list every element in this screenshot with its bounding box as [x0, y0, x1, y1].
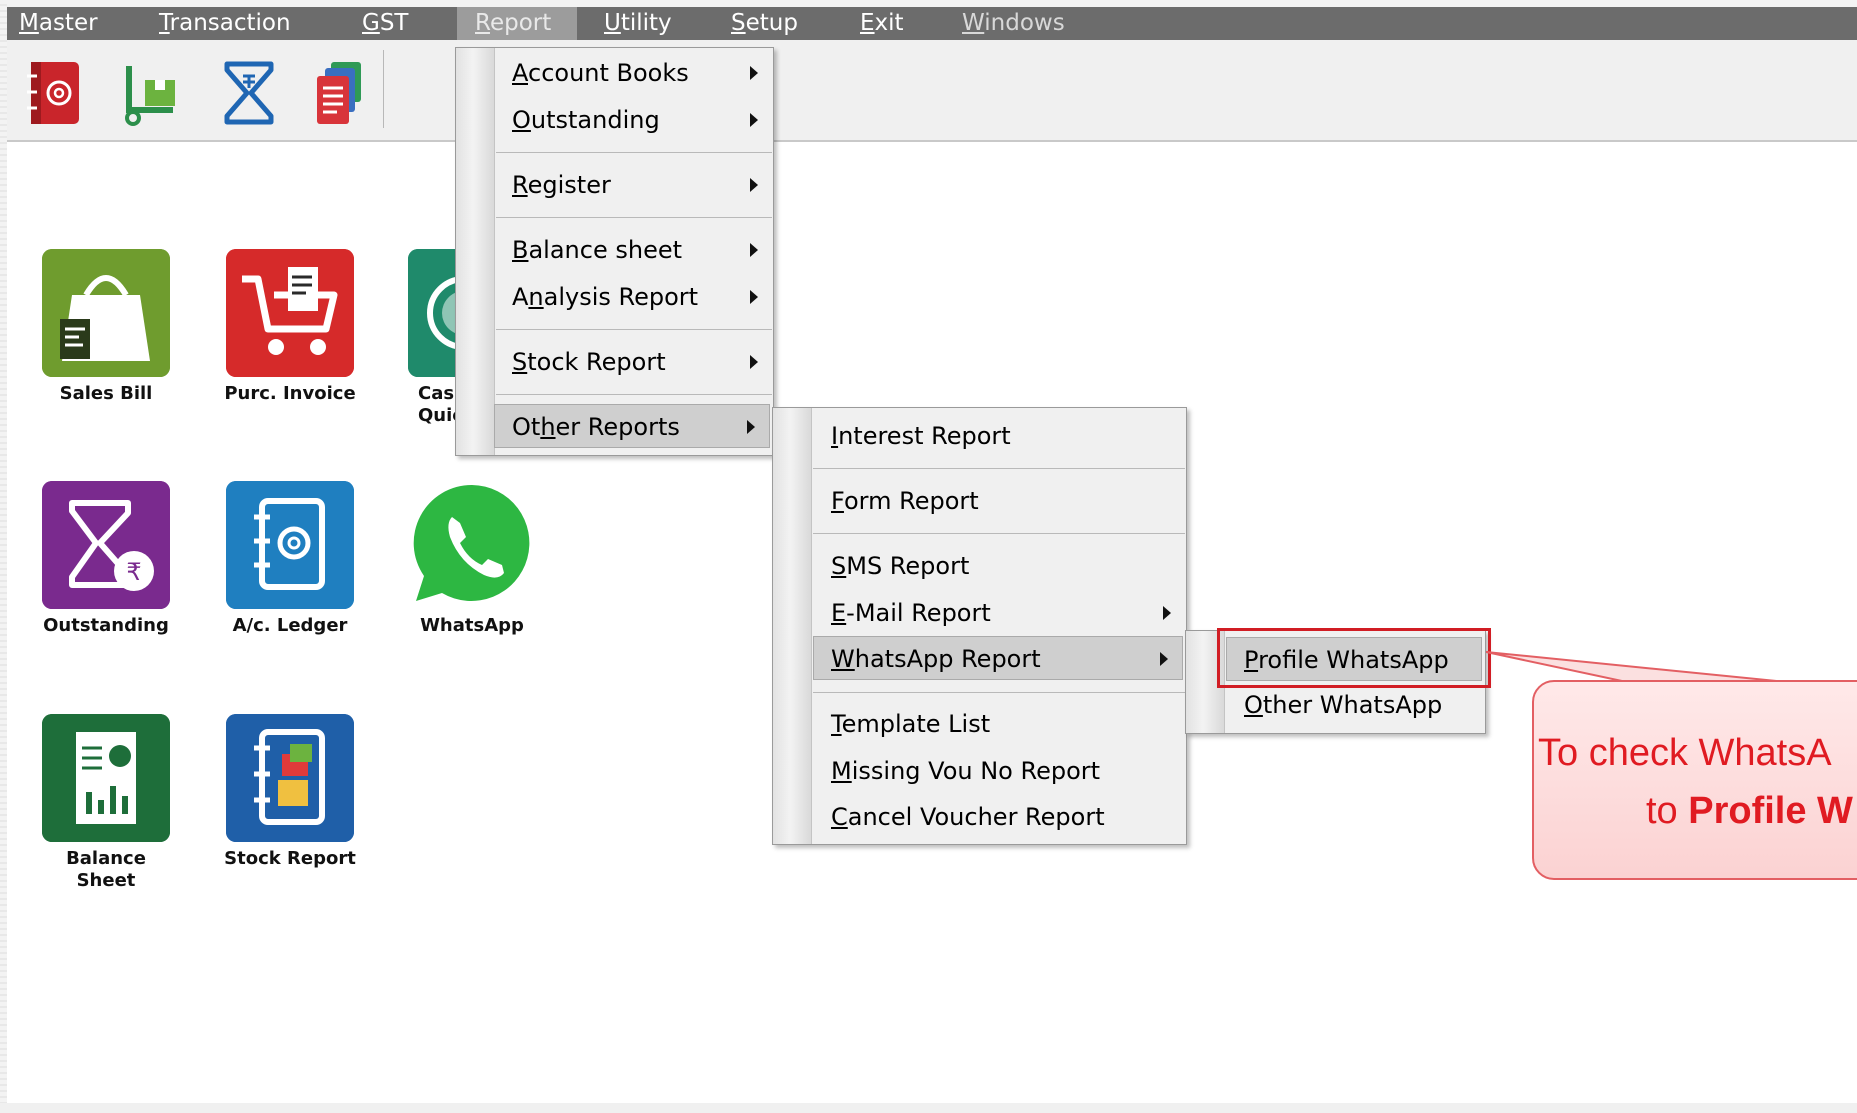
menu-item-outstanding[interactable]: Outstanding	[494, 98, 772, 142]
submenu-arrow-icon	[750, 290, 758, 304]
highlight-box	[1217, 628, 1491, 688]
submenu-arrow-icon	[750, 355, 758, 369]
submenu-arrow-icon	[750, 178, 758, 192]
tile-label-outstanding: Outstanding	[43, 615, 169, 636]
toolbar	[7, 40, 1857, 142]
tile-purc-invoice[interactable]	[226, 249, 354, 377]
menu-item-account-books[interactable]: Account Books	[494, 51, 772, 95]
tile-label-balance-sheet: Balance Sheet	[66, 848, 146, 891]
ledger-book-icon	[226, 481, 354, 609]
menu-item-whatsapp-report[interactable]: WhatsApp Report	[813, 636, 1183, 680]
menu-item-template-list[interactable]: Template List	[773, 702, 1185, 746]
menu-divider	[496, 152, 772, 153]
tile-label-stock-report: Stock Report	[224, 848, 356, 869]
menu-item-other-whatsapp[interactable]: Other WhatsApp	[1186, 683, 1484, 727]
tile-ac-ledger[interactable]	[226, 481, 354, 609]
window-frame-bottom	[0, 1103, 1857, 1113]
tile-label-purc-invoice: Purc. Invoice	[224, 383, 356, 404]
menu-item-analysis-report[interactable]: Analysis Report	[494, 275, 772, 319]
menu-utility[interactable]: Utility	[604, 7, 672, 40]
submenu-arrow-icon	[1163, 606, 1171, 620]
submenu-arrow-icon	[1160, 652, 1168, 666]
tile-outstanding[interactable]: ₹	[42, 481, 170, 609]
documents-icon[interactable]	[303, 58, 375, 128]
menu-bar: Master Transaction GST Report Utility Se…	[7, 7, 1857, 40]
menu-divider	[496, 329, 772, 330]
menu-master[interactable]: Master	[19, 7, 98, 40]
menu-setup[interactable]: Setup	[731, 7, 798, 40]
menu-windows[interactable]: Windows	[962, 7, 1065, 40]
menu-divider	[813, 692, 1185, 693]
tile-label-ac-ledger: A/c. Ledger	[232, 615, 348, 636]
tile-sales-bill[interactable]	[42, 249, 170, 377]
menu-gst[interactable]: GST	[362, 7, 408, 40]
submenu-arrow-icon	[750, 66, 758, 80]
submenu-arrow-icon	[750, 243, 758, 257]
tile-cash[interactable]	[408, 249, 458, 377]
tile-label-whatsapp: WhatsApp	[420, 615, 524, 636]
tile-label-sales-bill: Sales Bill	[59, 383, 153, 404]
window-frame-top	[0, 0, 1857, 7]
menu-item-other-reports[interactable]: Other Reports	[494, 404, 770, 448]
report-menu: Account Books Outstanding Register Balan…	[455, 47, 774, 456]
menu-item-register[interactable]: Register	[494, 163, 772, 207]
menu-transaction[interactable]: Transaction	[159, 7, 291, 40]
menu-gutter	[456, 48, 495, 455]
whatsapp-icon	[413, 484, 530, 601]
balance-sheet-icon	[42, 714, 170, 842]
submenu-arrow-icon	[747, 420, 755, 434]
menu-item-balance-sheet[interactable]: Balance sheet	[494, 228, 772, 272]
other-reports-menu: Interest Report Form Report SMS Report E…	[772, 407, 1187, 845]
tile-stock-report[interactable]	[226, 714, 354, 842]
menu-divider	[496, 217, 772, 218]
menu-divider	[496, 394, 772, 395]
menu-divider	[813, 533, 1185, 534]
menu-exit[interactable]: Exit	[860, 7, 904, 40]
hourglass-sigma-icon[interactable]	[213, 58, 285, 128]
svg-text:₹: ₹	[126, 558, 141, 586]
menu-item-interest-report[interactable]: Interest Report	[773, 414, 1147, 458]
cash-icon	[408, 249, 458, 377]
menu-report[interactable]: Report	[457, 7, 577, 40]
shopping-bag-icon	[42, 249, 170, 377]
menu-item-form-report[interactable]: Form Report	[773, 479, 1185, 523]
menu-item-sms-report[interactable]: SMS Report	[773, 544, 1185, 588]
toolbar-separator	[383, 50, 384, 128]
tile-balance-sheet[interactable]	[42, 714, 170, 842]
sigma-rupee-icon: ₹	[42, 481, 170, 609]
goods-receipt-icon[interactable]	[119, 58, 191, 128]
window-frame-left	[0, 0, 7, 1113]
menu-item-stock-report[interactable]: Stock Report	[494, 340, 772, 384]
address-book-icon[interactable]	[19, 58, 91, 128]
menu-item-email-report[interactable]: E-Mail Report	[773, 591, 1185, 635]
submenu-arrow-icon	[750, 113, 758, 127]
tile-whatsapp[interactable]	[408, 481, 536, 609]
menu-item-cancel-voucher-report[interactable]: Cancel Voucher Report	[773, 795, 1185, 839]
stock-report-icon	[226, 714, 354, 842]
menu-item-missing-vou-no-report[interactable]: Missing Vou No Report	[773, 749, 1185, 793]
shopping-cart-icon	[226, 249, 354, 377]
menu-divider	[813, 468, 1185, 469]
